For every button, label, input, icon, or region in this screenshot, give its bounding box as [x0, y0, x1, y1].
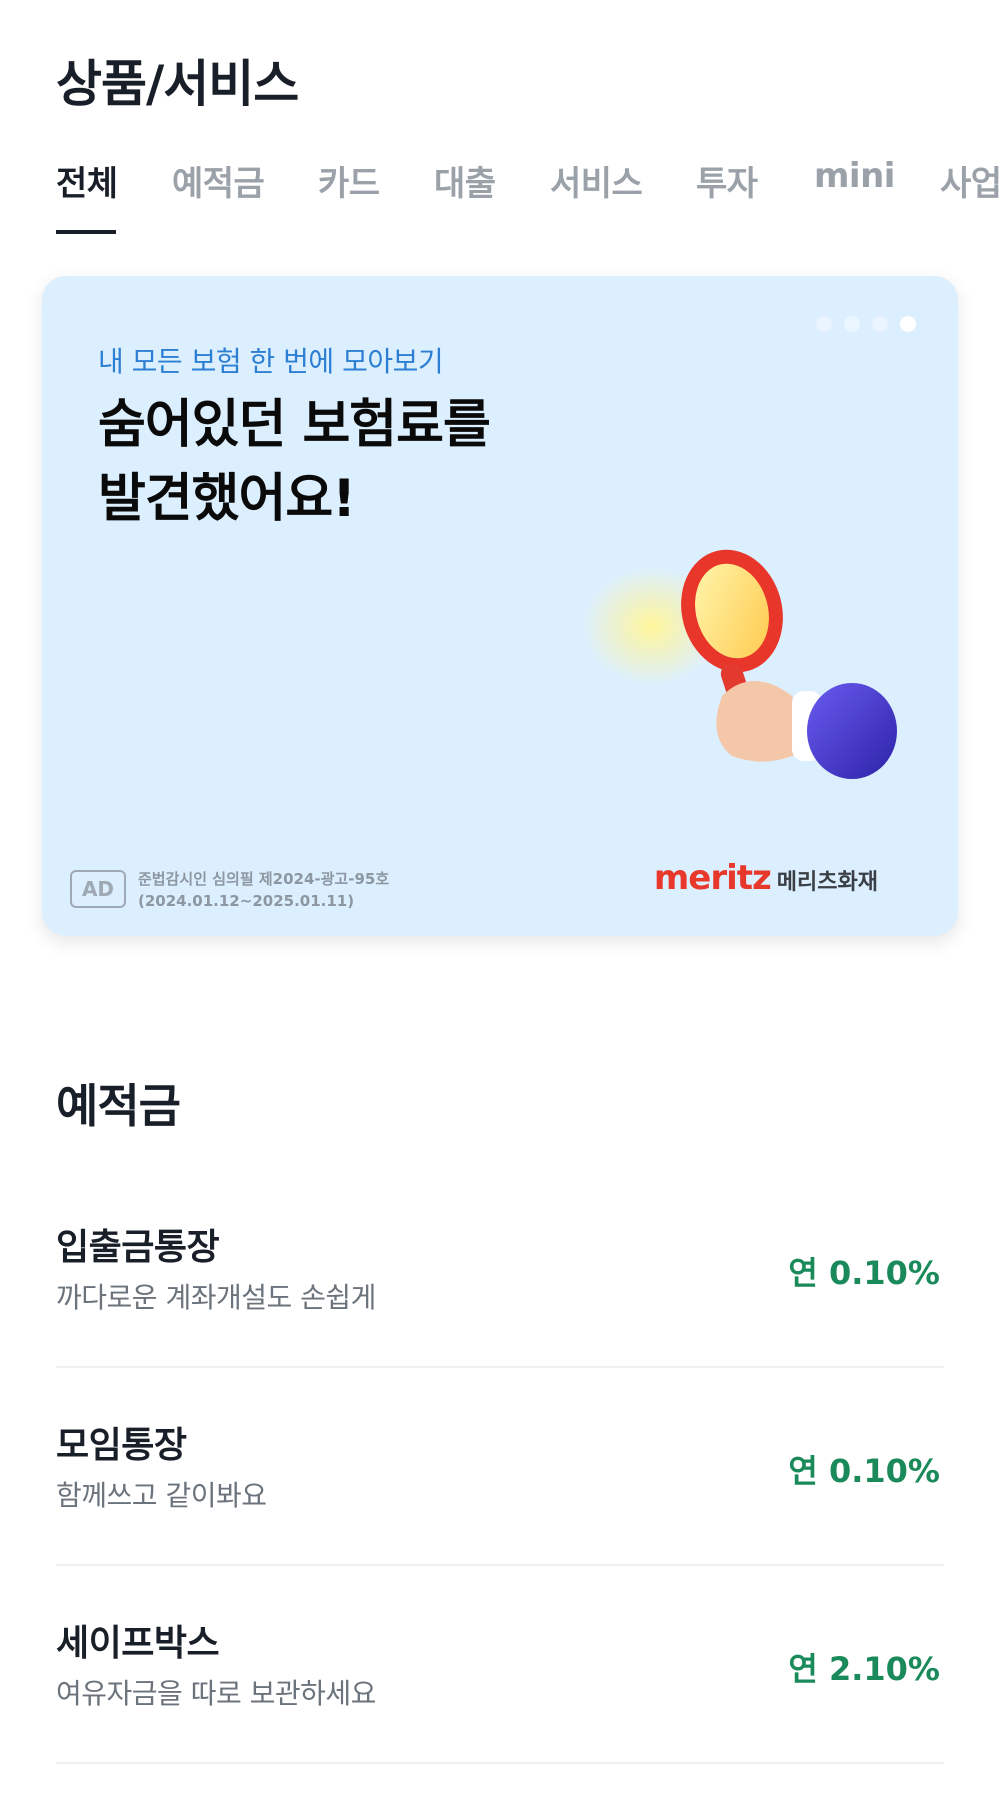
product-name: 모임통장: [56, 1425, 187, 1466]
brand-logo: meritz: [653, 858, 772, 898]
list-item[interactable]: 모임통장 함께쓰고 같이봐요 연 0.10%: [56, 1368, 944, 1566]
interest-rate: 연 2.10%: [788, 1650, 940, 1688]
product-name: 세이프박스: [56, 1623, 220, 1664]
magnifying-glass-hand-icon: [582, 549, 897, 779]
ad-badge: AD: [70, 870, 126, 908]
tab-service[interactable]: 서비스: [550, 156, 643, 205]
tab-business[interactable]: 사업: [940, 156, 1000, 205]
pagination-dot: [872, 316, 888, 332]
tab-loan[interactable]: 대출: [434, 156, 496, 205]
banner-subtitle: 내 모든 보험 한 번에 모아보기: [98, 345, 444, 378]
banner-headline: 숨어있던 보험료를 발견했어요!: [98, 388, 491, 536]
product-description: 함께쓰고 같이봐요: [56, 1479, 267, 1512]
brand-name: 메리츠화재: [776, 870, 878, 895]
advertiser-brand: meritz 메리츠화재: [654, 858, 878, 898]
product-name: 입출금통장: [56, 1227, 220, 1268]
section-title-savings: 예적금: [56, 1079, 181, 1133]
banner-headline-line: 발견했어요!: [98, 469, 356, 529]
category-tabs: 전체 예적금 카드 대출 서비스 투자 mini 사업: [0, 150, 1000, 236]
ad-notice-line: (2024.01.12~2025.01.11): [138, 892, 355, 910]
tab-card[interactable]: 카드: [318, 156, 380, 205]
ad-banner[interactable]: 내 모든 보험 한 번에 모아보기 숨어있던 보험료를 발견했어요! AD 준법…: [42, 276, 958, 936]
interest-rate: 연 0.10%: [788, 1452, 940, 1490]
list-item[interactable]: 입출금통장 까다로운 계좌개설도 손쉽게 연 0.10%: [56, 1170, 944, 1368]
active-tab-indicator: [56, 230, 116, 234]
savings-product-list: 입출금통장 까다로운 계좌개설도 손쉽게 연 0.10% 모임통장 함께쓰고 같…: [56, 1170, 944, 1764]
banner-headline-line: 숨어있던 보험료를: [98, 395, 491, 455]
pagination-dot: [844, 316, 860, 332]
tab-all[interactable]: 전체: [56, 156, 118, 205]
page-title: 상품/서비스: [56, 55, 299, 113]
banner-pagination: [816, 316, 916, 332]
interest-rate: 연 0.10%: [788, 1254, 940, 1292]
ad-notice-line: 준법감시인 심의필 제2024-광고-95호: [138, 870, 390, 888]
pagination-dot: [816, 316, 832, 332]
tab-savings[interactable]: 예적금: [172, 156, 265, 205]
tab-investment[interactable]: 투자: [696, 156, 758, 205]
product-description: 까다로운 계좌개설도 손쉽게: [56, 1281, 376, 1314]
list-item[interactable]: 세이프박스 여유자금을 따로 보관하세요 연 2.10%: [56, 1566, 944, 1764]
pagination-dot-active: [900, 316, 916, 332]
product-description: 여유자금을 따로 보관하세요: [56, 1677, 376, 1710]
tab-mini[interactable]: mini: [814, 156, 895, 196]
ad-compliance-notice: 준법감시인 심의필 제2024-광고-95호 (2024.01.12~2025.…: [138, 868, 389, 912]
